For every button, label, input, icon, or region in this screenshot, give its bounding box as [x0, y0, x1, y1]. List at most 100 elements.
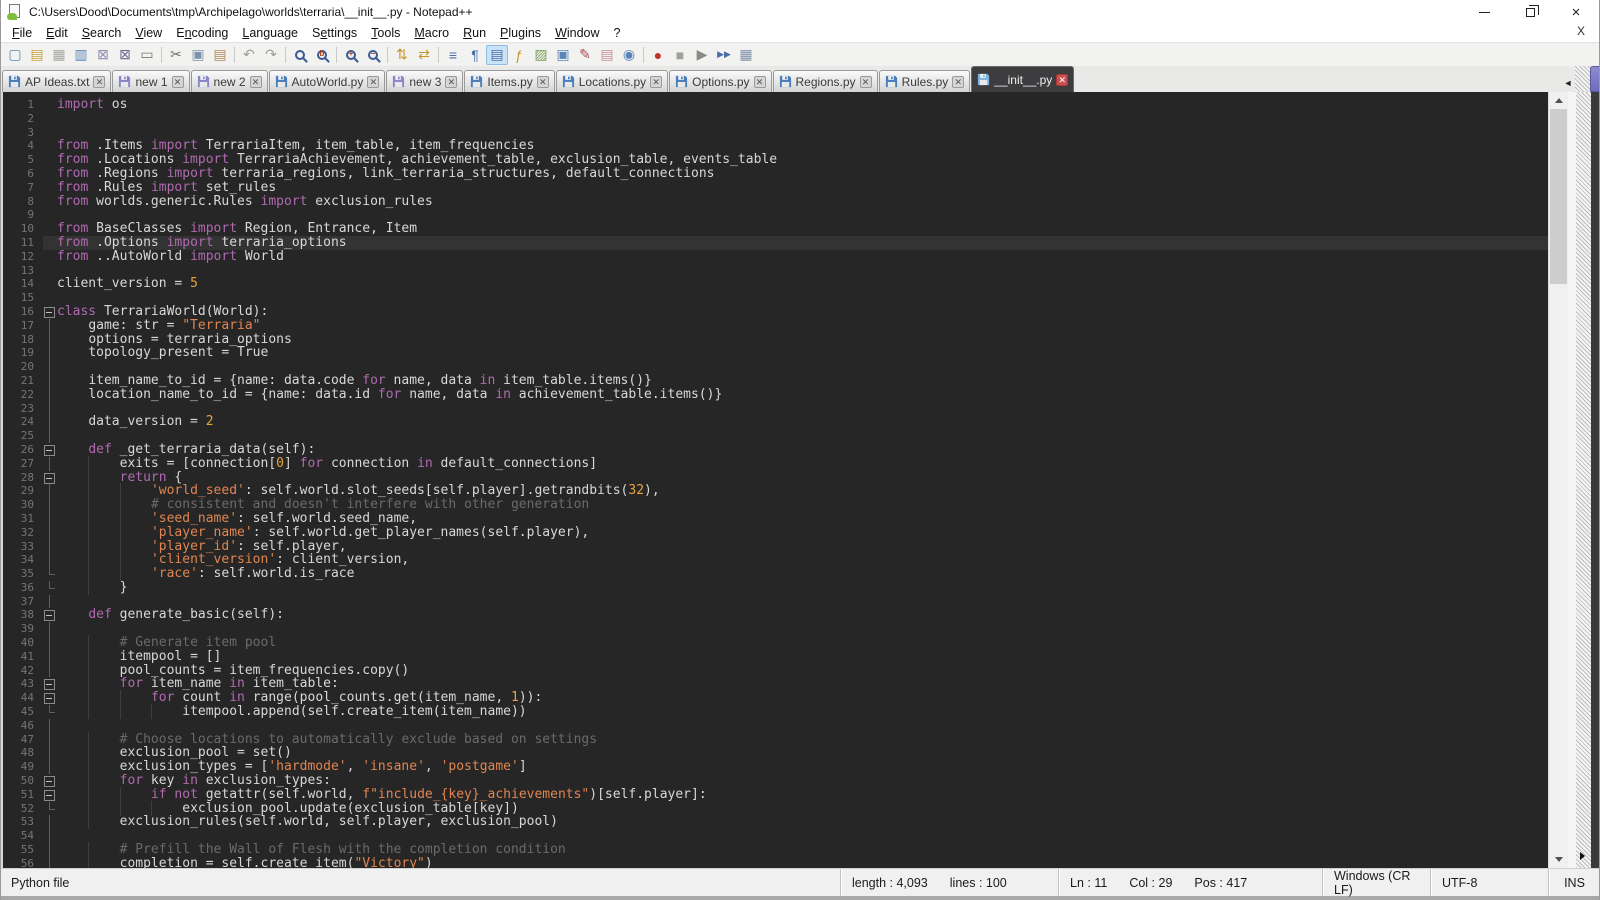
code-line-22[interactable]: 22 location_name_to_id = {name: data.id …	[3, 388, 1548, 402]
function-list-button[interactable]: ƒ	[508, 45, 530, 65]
menu-search[interactable]: Search	[75, 25, 129, 41]
code-line-39[interactable]: 39	[3, 622, 1548, 636]
paste-button[interactable]: ▤	[209, 45, 231, 65]
code-line-32[interactable]: 32 'player_name': self.world.get_player_…	[3, 526, 1548, 540]
sync-vertical-scroll-button[interactable]: ⇅	[391, 45, 413, 65]
column-marker-button[interactable]: ✎	[574, 45, 596, 65]
code-line-29[interactable]: 29 'world_seed': self.world.slot_seeds[s…	[3, 484, 1548, 498]
code-line-18[interactable]: 18 options = terraria_options	[3, 333, 1548, 347]
fold-collapse-icon[interactable]	[43, 774, 57, 788]
code-line-17[interactable]: 17 game: str = "Terraria"	[3, 319, 1548, 333]
document-list-button[interactable]: ▣	[552, 45, 574, 65]
code-line-14[interactable]: 14client_version = 5	[3, 277, 1548, 291]
menu-plugins[interactable]: Plugins	[493, 25, 548, 41]
code-line-27[interactable]: 27 exits = [connection[0] for connection…	[3, 457, 1548, 471]
macro-stop-button[interactable]: ■	[669, 45, 691, 65]
code-line-33[interactable]: 33 'player_id': self.player,	[3, 540, 1548, 554]
code-line-53[interactable]: 53 exclusion_rules(self.world, self.play…	[3, 815, 1548, 829]
tab-ap-ideas-txt[interactable]: AP Ideas.txt✕	[2, 70, 111, 92]
code-line-56[interactable]: 56 completion = self.create_item("Victor…	[3, 857, 1548, 868]
minimize-button[interactable]	[1461, 0, 1507, 24]
fold-collapse-icon[interactable]	[43, 305, 57, 319]
tab-close-icon[interactable]: ✕	[445, 76, 457, 88]
undo-button[interactable]: ↶	[238, 45, 260, 65]
code-line-38[interactable]: 38 def generate_basic(self):	[3, 608, 1548, 622]
code-line-16[interactable]: 16class TerrariaWorld(World):	[3, 305, 1548, 319]
zoom-in-button[interactable]: +	[340, 45, 362, 65]
code-line-28[interactable]: 28 return {	[3, 471, 1548, 485]
scroll-down-arrow-icon[interactable]	[1549, 851, 1568, 868]
code-line-1[interactable]: 1import os	[3, 98, 1548, 112]
document-close-x-button[interactable]: X	[1573, 24, 1589, 38]
code-line-49[interactable]: 49 exclusion_types = ['hardmode', 'insan…	[3, 760, 1548, 774]
tab-close-icon[interactable]: ✕	[952, 76, 964, 88]
code-line-43[interactable]: 43 for item_name in item_table:	[3, 677, 1548, 691]
code-line-20[interactable]: 20	[3, 360, 1548, 374]
tab-locations-py[interactable]: Locations.py✕	[556, 70, 668, 92]
menu-run[interactable]: Run	[456, 25, 493, 41]
macro-play-button[interactable]: ▶	[691, 45, 713, 65]
tab-close-icon[interactable]: ✕	[93, 76, 105, 88]
tab-new-2[interactable]: new 2✕	[191, 70, 268, 92]
code-line-3[interactable]: 3	[3, 126, 1548, 140]
tab-rules-py[interactable]: Rules.py✕	[879, 70, 971, 92]
code-line-48[interactable]: 48 exclusion_pool = set()	[3, 746, 1548, 760]
menu-encoding[interactable]: Encoding	[169, 25, 235, 41]
tab-close-icon[interactable]: ✕	[367, 76, 379, 88]
status-encoding[interactable]: UTF-8	[1431, 869, 1549, 896]
scrollbar-thumb[interactable]	[1550, 109, 1567, 284]
document-map-button[interactable]: ▨	[530, 45, 552, 65]
menu-edit[interactable]: Edit	[39, 25, 75, 41]
code-line-12[interactable]: 12from ..AutoWorld import World	[3, 250, 1548, 264]
code-line-50[interactable]: 50 for key in exclusion_types:	[3, 774, 1548, 788]
tab-new-1[interactable]: new 1✕	[112, 70, 189, 92]
new-file-button[interactable]: ▢	[4, 45, 26, 65]
cut-button[interactable]: ✂	[165, 45, 187, 65]
tab-close-icon[interactable]: ✕	[754, 76, 766, 88]
copy-button[interactable]: ▣	[187, 45, 209, 65]
code-line-51[interactable]: 51 if not getattr(self.world, f"include_…	[3, 788, 1548, 802]
tab-scroll-left-icon[interactable]: ◄	[1561, 74, 1575, 92]
fold-collapse-icon[interactable]	[43, 608, 57, 622]
code-line-9[interactable]: 9	[3, 208, 1548, 222]
code-line-24[interactable]: 24 data_version = 2	[3, 415, 1548, 429]
code-line-11[interactable]: 11from .Options import terraria_options	[3, 236, 1548, 250]
fold-collapse-icon[interactable]	[43, 788, 57, 802]
save-file-button[interactable]: ▦	[48, 45, 70, 65]
code-line-30[interactable]: 30 # consistent and doesn't interfere wi…	[3, 498, 1548, 512]
tab-close-icon[interactable]: ✕	[250, 76, 262, 88]
code-line-26[interactable]: 26 def _get_terraria_data(self):	[3, 443, 1548, 457]
menu-language[interactable]: Language	[235, 25, 305, 41]
code-line-40[interactable]: 40 # Generate item pool	[3, 636, 1548, 650]
tab-close-icon[interactable]: ✕	[537, 76, 549, 88]
code-line-52[interactable]: 52 exclusion_pool.update(exclusion_table…	[3, 802, 1548, 816]
menu-file[interactable]: File	[5, 25, 39, 41]
code-line-55[interactable]: 55 # Prefill the Wall of Flesh with the …	[3, 843, 1548, 857]
word-wrap-button[interactable]: ≡	[442, 45, 464, 65]
code-line-21[interactable]: 21 item_name_to_id = {name: data.code fo…	[3, 374, 1548, 388]
menu-tools[interactable]: Tools	[364, 25, 407, 41]
close-button[interactable]: ×	[1553, 0, 1599, 24]
tab-options-py[interactable]: Options.py✕	[669, 70, 771, 92]
open-file-button[interactable]: ▤	[26, 45, 48, 65]
code-line-54[interactable]: 54	[3, 829, 1548, 843]
code-line-15[interactable]: 15	[3, 291, 1548, 305]
menu-help[interactable]: ?	[607, 25, 628, 41]
code-line-31[interactable]: 31 'seed_name': self.world.seed_name,	[3, 512, 1548, 526]
code-line-5[interactable]: 5from .Locations import TerrariaAchievem…	[3, 153, 1548, 167]
tab-close-icon[interactable]: ✕	[860, 76, 872, 88]
scroll-up-arrow-icon[interactable]	[1549, 92, 1568, 109]
code-line-2[interactable]: 2	[3, 112, 1548, 126]
code-line-44[interactable]: 44 for count in range(pool_counts.get(it…	[3, 691, 1548, 705]
tab-items-py[interactable]: Items.py✕	[464, 70, 554, 92]
fold-collapse-icon[interactable]	[43, 471, 57, 485]
view-splitter[interactable]	[1576, 92, 1591, 868]
code-line-36[interactable]: 36 }	[3, 581, 1548, 595]
zoom-out-button[interactable]: −	[362, 45, 384, 65]
code-line-10[interactable]: 10from BaseClasses import Region, Entran…	[3, 222, 1548, 236]
fold-collapse-icon[interactable]	[43, 677, 57, 691]
fold-collapse-icon[interactable]	[43, 691, 57, 705]
show-indent-guide-button[interactable]: ▤	[486, 45, 508, 65]
macro-save-button[interactable]: ▦	[735, 45, 757, 65]
code-line-13[interactable]: 13	[3, 264, 1548, 278]
